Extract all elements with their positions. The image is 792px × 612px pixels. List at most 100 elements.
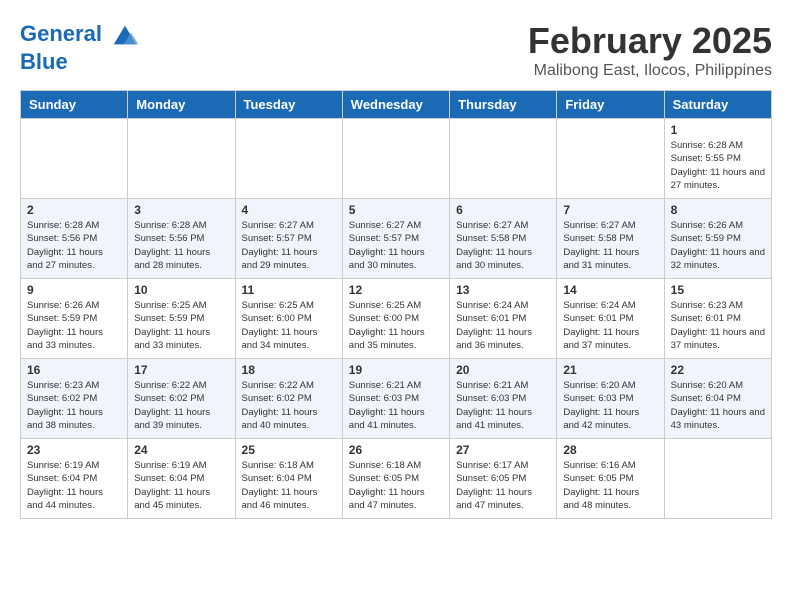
calendar-week-1: 1 Sunrise: 6:28 AM Sunset: 5:55 PM Daylig… xyxy=(21,119,772,199)
calendar-cell: 28Sunrise: 6:16 AM Sunset: 6:05 PM Dayli… xyxy=(557,439,664,519)
day-info: Sunrise: 6:27 AM Sunset: 5:58 PM Dayligh… xyxy=(563,219,657,272)
calendar-cell xyxy=(450,119,557,199)
calendar-cell: 3 Sunrise: 6:28 AM Sunset: 5:56 PM Daylig… xyxy=(128,199,235,279)
calendar-cell: 17 Sunrise: 6:22 AM Sunset: 6:02 PM Dayli… xyxy=(128,359,235,439)
calendar-cell xyxy=(21,119,128,199)
calendar-cell: 23 Sunrise: 6:19 AM Sunset: 6:04 PM Dayli… xyxy=(21,439,128,519)
calendar-cell: 24 Sunrise: 6:19 AM Sunset: 6:04 PM Dayli… xyxy=(128,439,235,519)
calendar-cell: 1 Sunrise: 6:28 AM Sunset: 5:55 PM Daylig… xyxy=(664,119,771,199)
day-info: Sunrise: 6:25 AM Sunset: 6:00 PM Dayligh… xyxy=(242,299,336,352)
day-info: Sunrise: 6:17 AM Sunset: 6:05 PM Dayligh… xyxy=(456,459,550,512)
day-number: 1 xyxy=(671,123,765,137)
day-info: Sunrise: 6:21 AM Sunset: 6:03 PM Dayligh… xyxy=(349,379,443,432)
calendar-cell: 9Sunrise: 6:26 AM Sunset: 5:59 PM Daylig… xyxy=(21,279,128,359)
day-number: 26 xyxy=(349,443,443,457)
day-number: 11 xyxy=(242,283,336,297)
day-number: 15 xyxy=(671,283,765,297)
calendar-cell: 8Sunrise: 6:26 AM Sunset: 5:59 PM Daylig… xyxy=(664,199,771,279)
day-info: Sunrise: 6:27 AM Sunset: 5:57 PM Dayligh… xyxy=(242,219,336,272)
day-number: 2 xyxy=(27,203,121,217)
weekday-header-saturday: Saturday xyxy=(664,91,771,119)
calendar-cell: 26 Sunrise: 6:18 AM Sunset: 6:05 PM Dayli… xyxy=(342,439,449,519)
day-number: 19 xyxy=(349,363,443,377)
day-number: 23 xyxy=(27,443,121,457)
weekday-header-tuesday: Tuesday xyxy=(235,91,342,119)
day-number: 8 xyxy=(671,203,765,217)
logo-icon xyxy=(110,20,140,50)
day-number: 24 xyxy=(134,443,228,457)
calendar-week-3: 9Sunrise: 6:26 AM Sunset: 5:59 PM Daylig… xyxy=(21,279,772,359)
header-row: SundayMondayTuesdayWednesdayThursdayFrid… xyxy=(21,91,772,119)
day-number: 17 xyxy=(134,363,228,377)
day-number: 27 xyxy=(456,443,550,457)
day-info: Sunrise: 6:28 AM Sunset: 5:56 PM Dayligh… xyxy=(27,219,121,272)
day-info: Sunrise: 6:25 AM Sunset: 5:59 PM Dayligh… xyxy=(134,299,228,352)
calendar-cell xyxy=(557,119,664,199)
calendar-week-5: 23 Sunrise: 6:19 AM Sunset: 6:04 PM Dayli… xyxy=(21,439,772,519)
day-info: Sunrise: 6:18 AM Sunset: 6:04 PM Dayligh… xyxy=(242,459,336,512)
day-info: Sunrise: 6:27 AM Sunset: 5:57 PM Dayligh… xyxy=(349,219,443,272)
day-info: Sunrise: 6:26 AM Sunset: 5:59 PM Dayligh… xyxy=(27,299,121,352)
weekday-header-sunday: Sunday xyxy=(21,91,128,119)
month-title: February 2025 xyxy=(528,20,772,62)
day-info: Sunrise: 6:19 AM Sunset: 6:04 PM Dayligh… xyxy=(27,459,121,512)
calendar-cell: 27 Sunrise: 6:17 AM Sunset: 6:05 PM Dayli… xyxy=(450,439,557,519)
location-title: Malibong East, Ilocos, Philippines xyxy=(528,62,772,80)
logo-blue-text: Blue xyxy=(20,50,140,74)
day-info: Sunrise: 6:20 AM Sunset: 6:04 PM Dayligh… xyxy=(671,379,765,432)
calendar-cell xyxy=(128,119,235,199)
day-number: 18 xyxy=(242,363,336,377)
day-info: Sunrise: 6:22 AM Sunset: 6:02 PM Dayligh… xyxy=(242,379,336,432)
day-info: Sunrise: 6:28 AM Sunset: 5:56 PM Dayligh… xyxy=(134,219,228,272)
day-info: Sunrise: 6:23 AM Sunset: 6:02 PM Dayligh… xyxy=(27,379,121,432)
day-info: Sunrise: 6:23 AM Sunset: 6:01 PM Dayligh… xyxy=(671,299,765,352)
title-block: February 2025 Malibong East, Ilocos, Phi… xyxy=(528,20,772,80)
page-header: General Blue February 2025 Malibong East… xyxy=(20,20,772,80)
calendar-week-4: 16 Sunrise: 6:23 AM Sunset: 6:02 PM Dayli… xyxy=(21,359,772,439)
calendar-cell: 15 Sunrise: 6:23 AM Sunset: 6:01 PM Dayli… xyxy=(664,279,771,359)
day-number: 14 xyxy=(563,283,657,297)
day-number: 13 xyxy=(456,283,550,297)
calendar-cell: 7 Sunrise: 6:27 AM Sunset: 5:58 PM Daylig… xyxy=(557,199,664,279)
calendar-cell: 11 Sunrise: 6:25 AM Sunset: 6:00 PM Dayli… xyxy=(235,279,342,359)
calendar-cell: 14Sunrise: 6:24 AM Sunset: 6:01 PM Dayli… xyxy=(557,279,664,359)
day-info: Sunrise: 6:25 AM Sunset: 6:00 PM Dayligh… xyxy=(349,299,443,352)
calendar-cell: 20 Sunrise: 6:21 AM Sunset: 6:03 PM Dayli… xyxy=(450,359,557,439)
day-number: 20 xyxy=(456,363,550,377)
day-info: Sunrise: 6:28 AM Sunset: 5:55 PM Dayligh… xyxy=(671,139,765,192)
calendar-cell: 21 Sunrise: 6:20 AM Sunset: 6:03 PM Dayli… xyxy=(557,359,664,439)
day-number: 22 xyxy=(671,363,765,377)
day-number: 4 xyxy=(242,203,336,217)
weekday-header-monday: Monday xyxy=(128,91,235,119)
day-info: Sunrise: 6:22 AM Sunset: 6:02 PM Dayligh… xyxy=(134,379,228,432)
calendar-cell: 12 Sunrise: 6:25 AM Sunset: 6:00 PM Dayli… xyxy=(342,279,449,359)
calendar-cell: 16 Sunrise: 6:23 AM Sunset: 6:02 PM Dayli… xyxy=(21,359,128,439)
weekday-header-friday: Friday xyxy=(557,91,664,119)
day-number: 16 xyxy=(27,363,121,377)
logo: General Blue xyxy=(20,20,140,74)
day-info: Sunrise: 6:20 AM Sunset: 6:03 PM Dayligh… xyxy=(563,379,657,432)
calendar-table: SundayMondayTuesdayWednesdayThursdayFrid… xyxy=(20,90,772,519)
calendar-cell: 18 Sunrise: 6:22 AM Sunset: 6:02 PM Dayli… xyxy=(235,359,342,439)
day-info: Sunrise: 6:21 AM Sunset: 6:03 PM Dayligh… xyxy=(456,379,550,432)
calendar-cell: 22 Sunrise: 6:20 AM Sunset: 6:04 PM Dayli… xyxy=(664,359,771,439)
calendar-week-2: 2 Sunrise: 6:28 AM Sunset: 5:56 PM Daylig… xyxy=(21,199,772,279)
calendar-cell: 4 Sunrise: 6:27 AM Sunset: 5:57 PM Daylig… xyxy=(235,199,342,279)
day-number: 12 xyxy=(349,283,443,297)
day-number: 10 xyxy=(134,283,228,297)
day-info: Sunrise: 6:27 AM Sunset: 5:58 PM Dayligh… xyxy=(456,219,550,272)
day-number: 7 xyxy=(563,203,657,217)
weekday-header-wednesday: Wednesday xyxy=(342,91,449,119)
day-info: Sunrise: 6:18 AM Sunset: 6:05 PM Dayligh… xyxy=(349,459,443,512)
calendar-cell: 10 Sunrise: 6:25 AM Sunset: 5:59 PM Dayli… xyxy=(128,279,235,359)
calendar-header: SundayMondayTuesdayWednesdayThursdayFrid… xyxy=(21,91,772,119)
day-number: 28 xyxy=(563,443,657,457)
calendar-cell: 5 Sunrise: 6:27 AM Sunset: 5:57 PM Daylig… xyxy=(342,199,449,279)
day-number: 25 xyxy=(242,443,336,457)
day-info: Sunrise: 6:19 AM Sunset: 6:04 PM Dayligh… xyxy=(134,459,228,512)
day-number: 6 xyxy=(456,203,550,217)
day-number: 5 xyxy=(349,203,443,217)
day-info: Sunrise: 6:24 AM Sunset: 6:01 PM Dayligh… xyxy=(456,299,550,352)
day-number: 21 xyxy=(563,363,657,377)
day-number: 3 xyxy=(134,203,228,217)
